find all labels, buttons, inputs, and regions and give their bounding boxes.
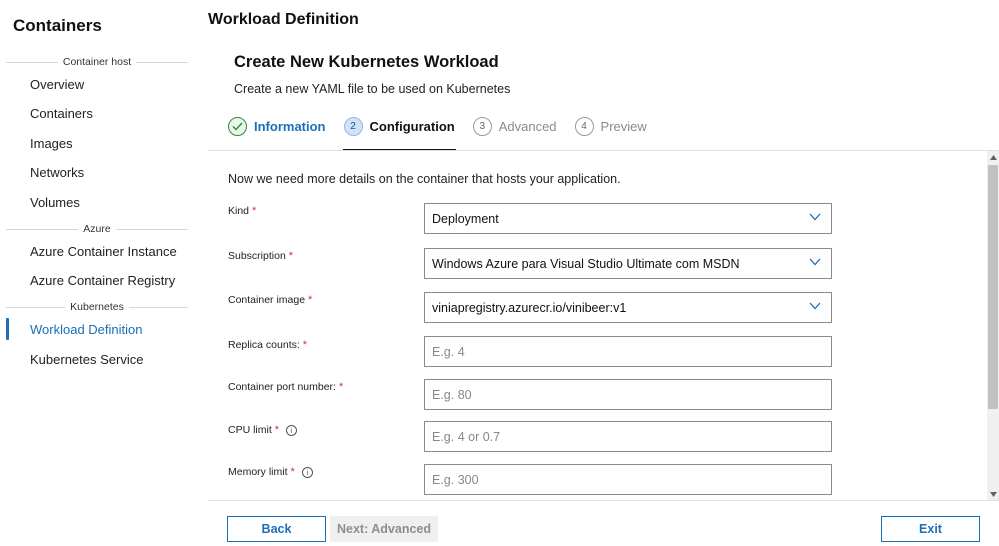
divider xyxy=(6,306,66,308)
step-label: Configuration xyxy=(369,118,455,134)
kind-dropdown[interactable]: Deployment xyxy=(424,203,832,234)
sidebar-item-label: Images xyxy=(30,135,73,151)
label-text: Container port number: xyxy=(228,381,336,393)
container-port-input[interactable] xyxy=(432,381,812,408)
group-header-container-host: Container host xyxy=(6,55,189,69)
form-intro: Now we need more details on the containe… xyxy=(228,172,621,186)
container-image-dropdown[interactable]: viniapregistry.azurecr.io/vinibeer:v1 xyxy=(424,292,832,323)
memory-limit-field[interactable] xyxy=(424,464,832,495)
step-label: Advanced xyxy=(498,118,557,134)
sidebar-item-label: Overview xyxy=(30,76,85,92)
sidebar-item-azure-container-instance[interactable]: Azure Container Instance xyxy=(6,237,190,265)
replica-counts-label: Replica counts: * xyxy=(228,339,307,351)
sidebar-item-azure-container-registry[interactable]: Azure Container Registry xyxy=(6,266,190,294)
scrollbar-thumb[interactable] xyxy=(988,165,998,409)
chevron-down-icon xyxy=(809,302,821,310)
sidebar: Containers Container host Overview Conta… xyxy=(0,0,195,546)
sidebar-item-label: Volumes xyxy=(30,194,80,210)
group-header-azure: Azure xyxy=(6,222,188,236)
memory-limit-input[interactable] xyxy=(432,466,812,493)
group-header-label: Container host xyxy=(62,56,132,68)
required-marker: * xyxy=(302,339,308,351)
step-number: 3 xyxy=(472,116,492,136)
active-indicator xyxy=(6,318,9,340)
container-image-label: Container image * xyxy=(228,294,312,306)
step-preview[interactable]: 4 Preview xyxy=(574,115,647,137)
scroll-down-arrow-icon[interactable] xyxy=(987,488,999,500)
kind-label: Kind * xyxy=(228,205,256,217)
selected-value: viniapregistry.azurecr.io/vinibeer:v1 xyxy=(432,300,627,315)
sidebar-item-volumes[interactable]: Volumes xyxy=(6,188,190,216)
wizard-subtitle: Create a new YAML file to be used on Kub… xyxy=(234,82,511,96)
label-text: Memory limit xyxy=(228,466,288,478)
sidebar-item-label: Workload Definition xyxy=(30,321,143,337)
step-label: Information xyxy=(254,118,326,134)
sidebar-item-images[interactable]: Images xyxy=(6,129,190,157)
sidebar-item-label: Azure Container Registry xyxy=(30,272,176,288)
group-header-label: Kubernetes xyxy=(70,301,124,313)
memory-limit-label: Memory limit * i xyxy=(228,466,313,478)
cpu-limit-input[interactable] xyxy=(432,423,812,450)
group-header-label: Azure xyxy=(83,223,111,235)
sidebar-item-overview[interactable]: Overview xyxy=(6,70,190,98)
required-marker: * xyxy=(338,381,344,393)
chevron-down-icon xyxy=(809,213,821,221)
divider xyxy=(6,61,58,63)
cpu-limit-field[interactable] xyxy=(424,421,832,452)
page-title: Workload Definition xyxy=(208,11,359,28)
selected-value: Windows Azure para Visual Studio Ultimat… xyxy=(432,256,740,271)
container-port-field[interactable] xyxy=(424,379,832,410)
label-text: Kind xyxy=(228,205,250,217)
vertical-scrollbar[interactable] xyxy=(987,151,999,500)
label-text: Subscription xyxy=(228,250,286,262)
chevron-down-icon xyxy=(809,258,821,266)
replica-counts-input[interactable] xyxy=(432,338,812,365)
divider xyxy=(128,306,188,308)
subscription-label: Subscription * xyxy=(228,250,293,262)
info-icon[interactable]: i xyxy=(301,466,313,478)
required-marker: * xyxy=(274,424,280,436)
sidebar-item-workload-definition[interactable]: Workload Definition xyxy=(6,315,190,343)
divider xyxy=(6,228,79,230)
cpu-limit-label: CPU limit * i xyxy=(228,424,298,436)
sidebar-item-kubernetes-service[interactable]: Kubernetes Service xyxy=(6,345,190,373)
back-button[interactable]: Back xyxy=(227,516,326,542)
step-number: 2 xyxy=(343,116,363,136)
exit-button[interactable]: Exit xyxy=(881,516,980,542)
sidebar-item-networks[interactable]: Networks xyxy=(6,158,190,186)
wizard-title: Create New Kubernetes Workload xyxy=(234,53,499,71)
step-number: 4 xyxy=(574,116,594,136)
step-label: Preview xyxy=(600,118,647,134)
required-marker: * xyxy=(288,250,294,262)
scroll-up-arrow-icon[interactable] xyxy=(987,151,999,163)
selected-value: Deployment xyxy=(432,211,499,226)
wizard-stepper: Information 2 Configuration 3 Advanced 4… xyxy=(228,115,665,151)
label-text: CPU limit xyxy=(228,424,272,436)
checkmark-icon xyxy=(228,116,247,136)
step-information[interactable]: Information xyxy=(228,115,326,137)
footer-divider xyxy=(208,500,999,501)
required-marker: * xyxy=(308,294,313,306)
info-icon[interactable]: i xyxy=(286,424,298,436)
required-marker: * xyxy=(252,205,257,217)
replica-counts-field[interactable] xyxy=(424,336,832,367)
sidebar-item-label: Kubernetes Service xyxy=(30,351,144,367)
container-port-label: Container port number: * xyxy=(228,381,343,393)
next-advanced-button[interactable]: Next: Advanced xyxy=(330,516,438,542)
divider xyxy=(136,61,189,63)
group-header-kubernetes: Kubernetes xyxy=(6,300,188,314)
subscription-dropdown[interactable]: Windows Azure para Visual Studio Ultimat… xyxy=(424,248,832,279)
sidebar-item-label: Networks xyxy=(30,164,85,180)
step-advanced[interactable]: 3 Advanced xyxy=(472,115,557,137)
label-text: Replica counts: xyxy=(228,339,300,351)
sidebar-item-label: Azure Container Instance xyxy=(30,243,177,259)
sidebar-item-containers[interactable]: Containers xyxy=(6,99,190,127)
required-marker: * xyxy=(290,466,295,478)
label-text: Container image xyxy=(228,294,306,306)
step-configuration[interactable]: 2 Configuration xyxy=(342,115,456,151)
divider xyxy=(115,228,188,230)
sidebar-item-label: Containers xyxy=(30,105,93,121)
form-scroll-area: Now we need more details on the containe… xyxy=(208,151,999,500)
app-title: Containers xyxy=(13,16,102,35)
